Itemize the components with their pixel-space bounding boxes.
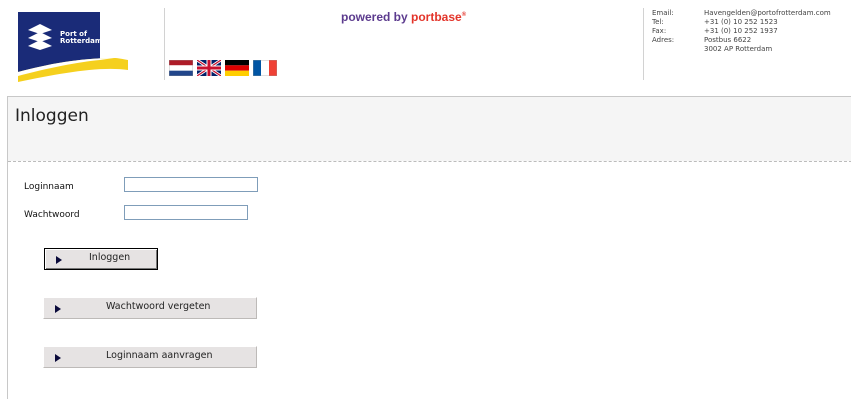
email-label: Email: — [652, 9, 674, 17]
contact-info: Email: Havengelden@portofrotterdam.com Te… — [652, 9, 831, 54]
tel-label: Tel: — [652, 18, 664, 26]
dashed-divider — [8, 161, 851, 162]
language-selector — [169, 60, 277, 76]
password-label: Wachtwoord — [24, 210, 80, 220]
password-input[interactable] — [124, 205, 248, 220]
logo-icon — [18, 12, 128, 82]
tel-value: +31 (0) 10 252 1523 — [704, 18, 778, 26]
logo-text: Port of Rotterdam — [60, 30, 103, 45]
play-arrow-icon — [56, 256, 62, 264]
header-divider — [164, 8, 165, 80]
port-of-rotterdam-logo[interactable]: Port of Rotterdam — [0, 0, 164, 90]
fax-value: +31 (0) 10 252 1937 — [704, 27, 778, 35]
portbase-brand: portbase — [411, 10, 462, 24]
header-divider — [643, 8, 644, 80]
login-button[interactable]: Inloggen — [44, 248, 158, 270]
forgot-password-button[interactable]: Wachtwoord vergeten — [43, 297, 257, 319]
request-username-button[interactable]: Loginnaam aanvragen — [43, 346, 257, 368]
french-flag-icon[interactable] — [253, 60, 277, 76]
forgot-password-label: Wachtwoord vergeten — [106, 301, 211, 312]
username-label: Loginnaam — [24, 182, 74, 192]
login-button-label: Inloggen — [89, 252, 131, 263]
play-arrow-icon — [55, 354, 61, 362]
email-link[interactable]: Havengelden@portofrotterdam.com — [704, 9, 831, 18]
address-label: Adres: — [652, 36, 675, 44]
request-username-label: Loginnaam aanvragen — [106, 350, 213, 361]
panel-header: Inloggen — [8, 97, 851, 161]
address-line-1: Postbus 6622 — [704, 36, 752, 44]
german-flag-icon[interactable] — [225, 60, 249, 76]
username-input[interactable] — [124, 177, 258, 192]
uk-flag-icon[interactable] — [197, 60, 221, 76]
play-arrow-icon — [55, 305, 61, 313]
fax-label: Fax: — [652, 27, 667, 35]
powered-by-portbase: powered by portbase® — [341, 10, 467, 24]
page-title: Inloggen — [15, 106, 89, 126]
address-line-2: 3002 AP Rotterdam — [704, 45, 773, 53]
header: Port of Rotterdam powered by portbase® E… — [0, 0, 851, 96]
dutch-flag-icon[interactable] — [169, 60, 193, 76]
login-panel: Inloggen Loginnaam Wachtwoord Inloggen W… — [7, 96, 851, 399]
